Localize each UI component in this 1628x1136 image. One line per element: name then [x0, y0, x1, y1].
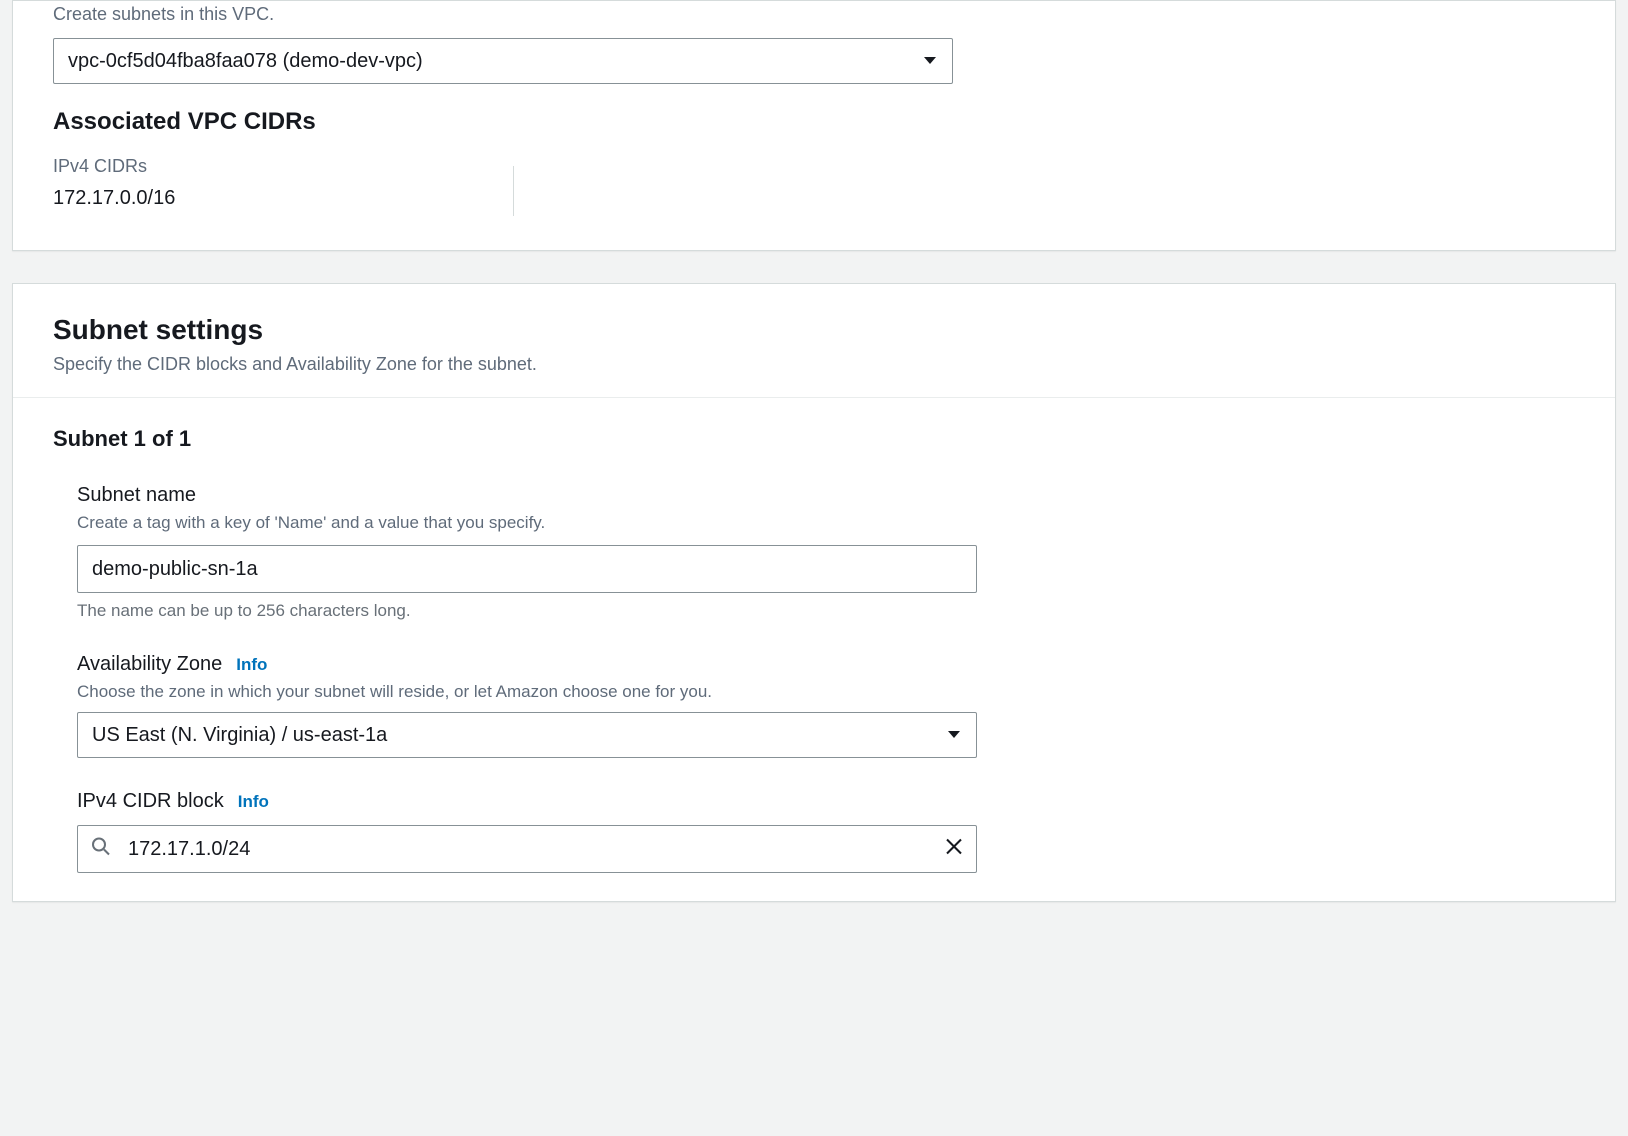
associated-cidrs-heading: Associated VPC CIDRs — [53, 108, 1575, 136]
availability-zone-selected-value: US East (N. Virginia) / us-east-1a — [92, 724, 387, 747]
subnet-name-field: Subnet name Create a tag with a key of '… — [53, 484, 1575, 621]
cidr-block: IPv4 CIDRs 172.17.0.0/16 — [53, 156, 1575, 210]
subnet-settings-header: Subnet settings Specify the CIDR blocks … — [13, 284, 1615, 398]
subnet-name-label: Subnet name — [77, 484, 1575, 507]
availability-zone-description: Choose the zone in which your subnet wil… — [77, 682, 1575, 702]
subnet-name-help: The name can be up to 256 characters lon… — [77, 601, 1575, 621]
vertical-divider — [513, 166, 514, 216]
ipv4-cidr-info-link[interactable]: Info — [238, 792, 269, 812]
availability-zone-field: Availability Zone Info Choose the zone i… — [53, 653, 1575, 758]
subnet-name-description: Create a tag with a key of 'Name' and a … — [77, 513, 1575, 533]
availability-zone-select[interactable]: US East (N. Virginia) / us-east-1a — [77, 712, 977, 758]
clear-input-button[interactable] — [945, 838, 963, 861]
vpc-select[interactable]: vpc-0cf5d04fba8faa078 (demo-dev-vpc) — [53, 38, 953, 84]
ipv4-cidr-input[interactable] — [77, 825, 977, 873]
search-icon — [91, 837, 111, 862]
vpc-description: Create subnets in this VPC. — [53, 1, 1575, 28]
subnet-name-input[interactable] — [77, 545, 977, 593]
subnet-settings-title: Subnet settings — [53, 314, 1575, 346]
ipv4-cidr-label: IPv4 CIDR block — [77, 790, 224, 813]
subnet-counter: Subnet 1 of 1 — [53, 426, 1575, 452]
subnet-settings-panel: Subnet settings Specify the CIDR blocks … — [12, 283, 1616, 902]
availability-zone-label: Availability Zone — [77, 653, 222, 676]
ipv4-cidrs-label: IPv4 CIDRs — [53, 156, 1575, 177]
vpc-panel: Create subnets in this VPC. vpc-0cf5d04f… — [12, 0, 1616, 251]
subnet-settings-description: Specify the CIDR blocks and Availability… — [53, 354, 1575, 375]
ipv4-cidr-field: IPv4 CIDR block Info — [53, 790, 1575, 873]
ipv4-cidrs-value: 172.17.0.0/16 — [53, 187, 1575, 210]
vpc-selected-value: vpc-0cf5d04fba8faa078 (demo-dev-vpc) — [68, 50, 423, 73]
availability-zone-info-link[interactable]: Info — [236, 655, 267, 675]
